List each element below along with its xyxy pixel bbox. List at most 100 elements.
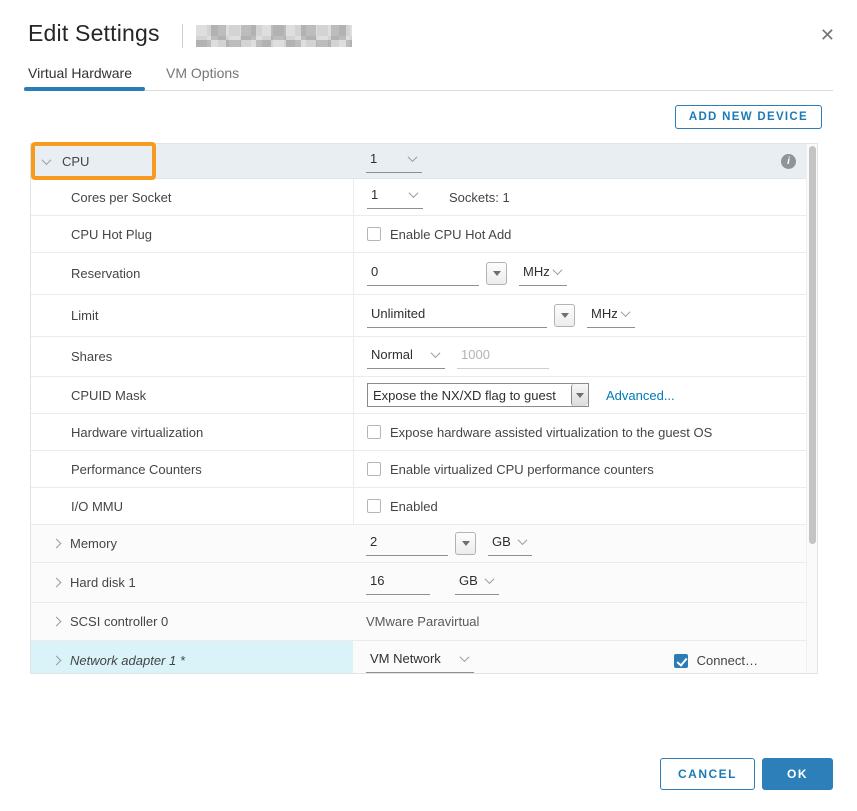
dropdown-arrow-icon[interactable] [571,384,588,406]
hard-disk-size-input[interactable] [366,571,430,595]
memory-unit-select[interactable]: GB [488,532,532,556]
shares-level-value: Normal [371,347,413,362]
reservation-input[interactable] [367,262,479,286]
reservation-unit-select[interactable]: MHz [519,262,567,286]
memory-input[interactable] [366,532,448,556]
row-value: Enable CPU Hot Add [353,216,806,252]
dialog-footer: CANCEL OK [660,758,833,790]
virtual-hardware-table: CPU 1 i Cores per Socket 1 Sockets: 1 [30,143,818,674]
row-label: Shares [31,337,353,376]
row-hardware-virtualization: Hardware virtualization Expose hardware … [31,414,806,451]
row-label: CPU Hot Plug [31,216,353,252]
checkbox-performance-counters[interactable] [367,462,381,476]
shares-value-input [457,345,549,369]
spinner-down-icon[interactable] [455,532,476,555]
row-value: MHz [353,253,806,294]
sockets-text: Sockets: 1 [449,190,510,205]
row-value: Expose hardware assisted virtualization … [353,414,806,450]
checkbox-hardware-virtualization[interactable] [367,425,381,439]
row-label: Reservation [31,253,353,294]
chevron-right-icon[interactable] [52,656,62,666]
checkbox-cpu-hot-add[interactable] [367,227,381,241]
row-memory[interactable]: Memory GB [31,525,806,563]
row-label-cell: Network adapter 1 * [31,641,353,674]
cpu-label-cell: CPU [31,144,353,178]
row-cpu-hot-plug: CPU Hot Plug Enable CPU Hot Add [31,216,806,253]
row-value: GB [353,525,806,562]
row-value: VM Network Connect… [353,641,806,674]
row-label: Hardware virtualization [31,414,353,450]
row-label: Hard disk 1 [70,575,136,590]
title-divider [182,24,183,48]
chevron-down-icon [621,307,631,317]
row-label: I/O MMU [31,488,353,524]
cpuid-mask-value: Expose the NX/XD flag to guest [368,388,571,403]
active-tab-underline [24,87,145,91]
cores-value: 1 [371,187,378,202]
limit-unit-select[interactable]: MHz [587,304,635,328]
chevron-right-icon[interactable] [52,539,62,549]
row-reservation: Reservation MHz [31,253,806,295]
row-hard-disk-1[interactable]: Hard disk 1 GB [31,563,806,603]
connect-group: Connect… [674,653,758,668]
row-label: SCSI controller 0 [70,614,168,629]
checkbox-label: Expose hardware assisted virtualization … [390,425,712,440]
network-value: VM Network [370,651,441,666]
row-scsi-controller-0[interactable]: SCSI controller 0 VMware Paravirtual [31,603,806,641]
row-label: Network adapter 1 * [70,653,185,668]
row-network-adapter-1[interactable]: Network adapter 1 * VM Network Connect… [31,641,806,674]
unit-value: GB [492,534,511,549]
row-cores-per-socket: Cores per Socket 1 Sockets: 1 [31,179,806,216]
chevron-down-icon [485,574,495,584]
cpu-value-cell: 1 i [353,144,806,178]
hard-disk-unit-select[interactable]: GB [455,571,499,595]
chevron-down-icon [431,348,441,358]
row-value: Enable virtualized CPU performance count… [353,451,806,487]
row-label: Limit [31,295,353,336]
chevron-down-icon[interactable] [42,155,52,165]
row-value: Enabled [353,488,806,524]
cpuid-mask-select[interactable]: Expose the NX/XD flag to guest [367,383,589,407]
advanced-link[interactable]: Advanced... [606,388,675,403]
vertical-scrollbar[interactable] [806,144,817,673]
cancel-button[interactable]: CANCEL [660,758,755,790]
unit-value: MHz [591,306,618,321]
checkbox-label: Enable virtualized CPU performance count… [390,462,654,477]
unit-value: MHz [523,264,550,279]
cpu-count-select[interactable]: 1 [366,149,422,173]
tab-virtual-hardware[interactable]: Virtual Hardware [28,65,132,89]
page-title: Edit Settings [28,20,160,47]
row-label: CPUID Mask [31,377,353,413]
row-label: Performance Counters [31,451,353,487]
row-value: MHz [353,295,806,336]
checkbox-label: Connect… [697,653,758,668]
network-select[interactable]: VM Network [366,649,474,673]
row-label-cell: SCSI controller 0 [31,603,353,640]
row-label: Cores per Socket [31,179,353,215]
cpu-label: CPU [62,154,89,169]
row-label-cell: Memory [31,525,353,562]
spinner-down-icon[interactable] [554,304,575,327]
close-icon[interactable]: ✕ [820,26,835,44]
chevron-down-icon [518,535,528,545]
row-cpuid-mask: CPUID Mask Expose the NX/XD flag to gues… [31,377,806,414]
cores-per-socket-select[interactable]: 1 [367,185,423,209]
add-new-device-button[interactable]: ADD NEW DEVICE [675,105,822,129]
shares-level-select[interactable]: Normal [367,345,445,369]
tab-vm-options[interactable]: VM Options [166,65,239,89]
spinner-down-icon[interactable] [486,262,507,285]
checkbox-label: Enable CPU Hot Add [390,227,511,242]
limit-input[interactable] [367,304,547,328]
chevron-right-icon[interactable] [52,578,62,588]
row-label-cell: Hard disk 1 [31,563,353,602]
scrollbar-thumb[interactable] [809,146,816,544]
checkbox-connect[interactable] [674,654,688,668]
chevron-right-icon[interactable] [52,617,62,627]
row-cpu[interactable]: CPU 1 i [31,144,806,179]
row-label: Memory [70,536,117,551]
scsi-controller-type: VMware Paravirtual [366,614,479,629]
info-icon[interactable]: i [781,154,796,169]
ok-button[interactable]: OK [762,758,833,790]
checkbox-io-mmu[interactable] [367,499,381,513]
row-value: Normal [353,337,806,376]
